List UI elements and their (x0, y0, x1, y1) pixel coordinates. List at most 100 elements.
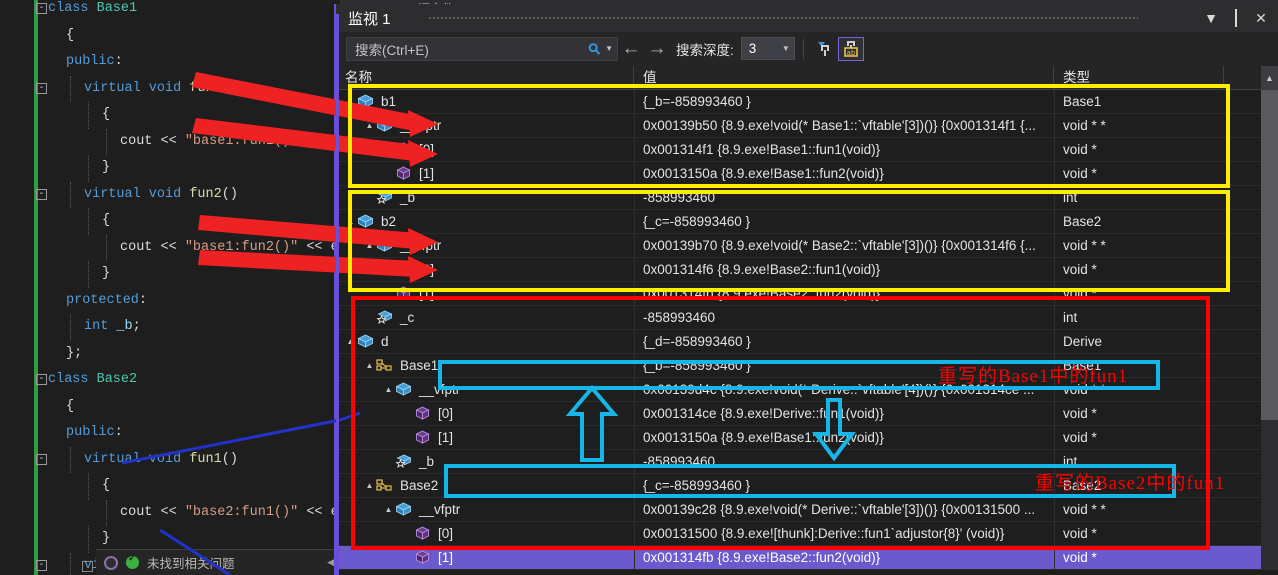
table-row[interactable]: _c -858993460 int (336, 305, 1278, 330)
fold-toggle-icon[interactable]: - (36, 374, 47, 385)
cell-value[interactable]: -858993460 (634, 305, 1054, 330)
cell-value[interactable]: 0x001314fb {8.9.exe!Base2::fun2(void)} (634, 545, 1054, 570)
cell-value[interactable]: {_c=-858993460 } (634, 473, 1054, 498)
table-row[interactable]: _b -858993460 int (336, 185, 1278, 210)
scroll-up-button[interactable]: ▲ (1261, 66, 1278, 90)
column-header-type[interactable]: 类型 (1054, 66, 1224, 89)
cell-value[interactable]: 0x001314f6 {8.9.exe!Base2::fun1(void)} (634, 257, 1054, 282)
window-maximize-icon[interactable] (1225, 9, 1247, 27)
editor-status-bar: 未找到相关问题 ◀ (82, 549, 340, 575)
table-row[interactable]: ▲ __vfptr 0x00139b70 {8.9.exe!void(* Base2… (336, 233, 1278, 258)
row-expander-icon[interactable]: ▲ (344, 330, 357, 354)
row-expander-icon[interactable]: ▲ (344, 90, 357, 114)
cell-value[interactable]: 0x00131500 {8.9.exe![thunk]:Derive::fun1… (634, 521, 1054, 546)
code-token: }; (66, 345, 83, 361)
cell-value[interactable]: 0x00139b70 {8.9.exe!void(* Base2::`vftab… (634, 233, 1054, 258)
table-row[interactable]: [0] 0x00131500 {8.9.exe![thunk]:Derive::f… (336, 521, 1278, 546)
purple-cube-icon (414, 526, 431, 541)
row-expander-icon[interactable]: ▲ (382, 498, 395, 522)
code-line: int _b; (0, 314, 340, 341)
row-expander-icon[interactable]: ▲ (344, 210, 357, 234)
cell-value[interactable]: 0x0013150a {8.9.exe!Base1::fun2(void)} (634, 425, 1054, 450)
search-back-arrow-icon[interactable]: ← (618, 38, 644, 60)
cell-type: int (1054, 185, 1224, 210)
cell-name: _b (336, 186, 634, 210)
fold-toggle-icon[interactable]: - (36, 188, 47, 200)
fold-toggle-icon[interactable]: - (36, 559, 47, 571)
column-header-name[interactable]: 名称 (336, 66, 634, 89)
code-line: - virtual void fun1() (0, 75, 340, 102)
row-expander-icon[interactable]: ▲ (363, 354, 376, 378)
grid-rows-container: ▲ b1 {_b=-858993460 } Base1 ▲ __vfptr 0x00139b… (336, 90, 1278, 570)
window-close-icon[interactable]: ✕ (1250, 10, 1272, 27)
code-editor-pane[interactable]: - class Base1{public: - virtual void fun1()… (0, 0, 340, 575)
row-expander-icon[interactable]: ▲ (363, 474, 376, 498)
change-bar (34, 340, 38, 367)
cell-value[interactable]: -858993460 (634, 185, 1054, 210)
code-line: } (0, 261, 340, 288)
table-row[interactable]: [0] 0x001314ce {8.9.exe!Derive::fun1(void… (336, 401, 1278, 426)
cell-value[interactable]: 0x00139c28 {8.9.exe!void(* Derive::`vfta… (634, 497, 1054, 522)
table-row[interactable]: ▲ b2 {_c=-858993460 } Base2 (336, 209, 1278, 234)
code-token: () (221, 186, 238, 202)
table-row[interactable]: [1] 0x0013150a {8.9.exe!Base1::fun2(void)… (336, 425, 1278, 450)
row-expander-icon[interactable]: ▲ (382, 378, 395, 402)
blue-cube-icon (376, 118, 393, 133)
table-row[interactable]: ▲ __vfptr 0x00139c28 {8.9.exe!void(* Deriv… (336, 497, 1278, 522)
table-row[interactable]: [1] 0x001314fb {8.9.exe!Base2::fun2(void)… (336, 545, 1278, 570)
cell-type: void * (1054, 281, 1224, 306)
column-header-value[interactable]: 值 (634, 66, 1054, 89)
vertical-scrollbar[interactable] (1261, 90, 1278, 570)
table-row[interactable]: ▲ d {_d=-858993460 } Derive (336, 329, 1278, 354)
window-dropdown-icon[interactable]: ▼ (1200, 10, 1222, 26)
row-expander-icon[interactable]: ▲ (363, 234, 376, 258)
table-row[interactable]: ▲ Base1 {_b=-858993460 } Base1 (336, 353, 1278, 378)
search-forward-arrow-icon[interactable]: → (644, 38, 670, 60)
table-row[interactable]: [1] 0x0013150a {8.9.exe!Base1::fun2(void)… (336, 161, 1278, 186)
cell-name: [0] (336, 402, 634, 426)
grid-header-row: 名称 值 类型 ▲ (336, 66, 1278, 90)
editor-status-text: 未找到相关问题 (147, 557, 235, 571)
code-token: } (102, 160, 111, 175)
cell-value[interactable]: 0x001314ce {8.9.exe!Derive::fun1(void)} (634, 401, 1054, 426)
search-depth-select[interactable]: 3 ▼ (740, 37, 795, 60)
table-row[interactable]: [0] 0x001314f1 {8.9.exe!Base1::fun1(void)… (336, 137, 1278, 162)
row-expander-icon[interactable]: ▲ (363, 114, 376, 138)
change-bar (34, 473, 38, 500)
fold-toggle-icon[interactable]: - (36, 3, 47, 14)
cell-value[interactable]: -858993460 (634, 449, 1054, 474)
code-token: } (102, 266, 111, 281)
fold-toggle-icon[interactable]: - (36, 453, 47, 465)
fold-toggle-icon[interactable]: - (36, 82, 47, 94)
cell-value[interactable]: {_b=-858993460 } (634, 90, 1054, 114)
table-row[interactable]: ▲ b1 {_b=-858993460 } Base1 (336, 90, 1278, 114)
cell-value[interactable]: 0x00139b50 {8.9.exe!void(* Base1::`vftab… (634, 113, 1054, 138)
cell-value[interactable]: 0x001314f1 {8.9.exe!Base1::fun1(void)} (634, 137, 1054, 162)
status-expand-icon[interactable]: ◀ (327, 557, 334, 568)
cell-value[interactable]: 0x001314fb {8.9.exe!Base2::fun2(void)} (634, 281, 1054, 306)
cell-value[interactable]: 0x0013150a {8.9.exe!Base1::fun2(void)} (634, 161, 1054, 186)
cell-name: ▲ Base1 (336, 354, 634, 378)
pin-filter-icon[interactable] (812, 37, 838, 61)
cell-value[interactable]: -858993460 (634, 569, 1054, 570)
search-dropdown-chevron-icon[interactable]: ▼ (605, 44, 613, 53)
watch-title-bar[interactable]: 监视 1 ▼ ✕ (336, 4, 1278, 32)
add-watch-item-row[interactable]: 添加要监视的项 (336, 570, 1278, 575)
table-row[interactable]: ▲ __vfptr 0x00139b50 {8.9.exe!void(* Base1… (336, 113, 1278, 138)
cell-name: ▲ __vfptr (336, 498, 634, 522)
table-row[interactable]: [1] 0x001314fb {8.9.exe!Base2::fun2(void)… (336, 281, 1278, 306)
search-input[interactable]: 搜索(Ctrl+E) ⚲ ▼ (346, 36, 618, 61)
code-token: fun1 (189, 451, 222, 467)
scrollbar-thumb[interactable] (1261, 90, 1278, 420)
table-row[interactable]: ▲ __vfptr 0x00139d4c {8.9.exe!void(* Deriv… (336, 377, 1278, 402)
cell-name: _c (336, 570, 634, 571)
cell-value[interactable]: {_c=-858993460 } (634, 209, 1054, 234)
table-row[interactable]: [0] 0x001314f6 {8.9.exe!Base2::fun1(void)… (336, 257, 1278, 282)
cell-value[interactable]: {_d=-858993460 } (634, 329, 1054, 354)
hex-display-icon[interactable]: ab (837, 36, 864, 61)
depth-chevron-down-icon[interactable]: ▼ (782, 44, 790, 53)
code-lines-container: - class Base1{public: - virtual void fun1()… (0, 0, 340, 575)
cell-name: [0] (336, 258, 634, 282)
cell-type: void * * (1054, 233, 1224, 258)
code-token: { (66, 398, 75, 414)
